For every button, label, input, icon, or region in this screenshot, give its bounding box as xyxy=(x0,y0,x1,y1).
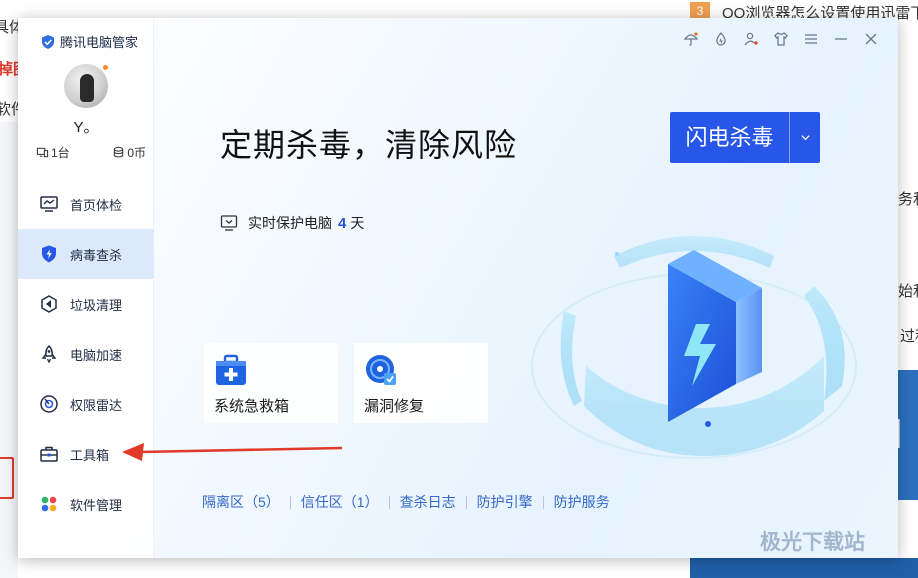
watermark-logo: 极光下载站 xyxy=(760,531,865,554)
pc-manager-shield-icon xyxy=(42,34,54,49)
protection-engine-link[interactable]: 防护引擎 xyxy=(477,492,533,512)
window-controls xyxy=(682,30,880,48)
pc-manager-window: 腾讯电脑管家 Y。 1台 0币 首页体检 病毒查杀 垃圾清理 电脑加速 权限雷达… xyxy=(18,18,898,558)
sidebar-item-label: 电脑加速 xyxy=(70,347,123,363)
radar-icon xyxy=(38,393,60,415)
shield-ring-illustration xyxy=(531,236,857,459)
minimize-icon[interactable] xyxy=(832,30,850,48)
red-annotation-arrow xyxy=(122,443,343,461)
virus-shield-icon xyxy=(38,243,60,265)
bg-footer-banner xyxy=(690,558,918,578)
quarantine-link[interactable]: 隔离区（5） xyxy=(202,492,280,512)
quick-scan-label: 闪电杀毒 xyxy=(685,125,774,150)
sidebar-item-label: 病毒查杀 xyxy=(70,247,123,263)
sidebar-item-label: 权限雷达 xyxy=(70,397,123,413)
sidebar-item-label: 首页体检 xyxy=(70,197,123,213)
first-aid-kit-icon xyxy=(216,354,246,385)
trust-zone-link[interactable]: 信任区（1） xyxy=(301,492,379,512)
broom-icon xyxy=(38,293,60,315)
toolbox-icon xyxy=(38,443,60,465)
sidebar-item-label: 垃圾清理 xyxy=(70,297,123,313)
sidebar-item-virus-scan[interactable]: 病毒查杀 xyxy=(18,229,154,279)
protection-text: 实时保护电脑 xyxy=(248,215,332,231)
bg-text-fragment: 务和 xyxy=(898,191,918,208)
protection-service-link[interactable]: 防护服务 xyxy=(554,492,610,512)
protection-days: 4 xyxy=(338,215,347,232)
monitor-check-icon xyxy=(38,193,60,215)
bg-text-fragment: 过程 xyxy=(900,328,918,345)
coin-count-value: 0币 xyxy=(127,146,146,160)
shirt-skin-icon[interactable] xyxy=(772,30,790,48)
link-divider xyxy=(542,495,544,509)
avatar-figure xyxy=(80,74,94,102)
vulnerability-fix-icon xyxy=(366,355,396,385)
menu-icon[interactable] xyxy=(802,30,820,48)
quick-scan-button[interactable]: 闪电杀毒 xyxy=(670,112,820,163)
sidebar-item-permission-radar[interactable]: 权限雷达 xyxy=(18,379,154,429)
chevron-down-icon xyxy=(800,135,810,141)
bg-highlight-box xyxy=(0,457,14,499)
device-count[interactable]: 1台 xyxy=(36,144,70,161)
background-column xyxy=(0,122,18,578)
device-icon xyxy=(36,147,49,158)
sidebar: 腾讯电脑管家 Y。 1台 0币 首页体检 病毒查杀 垃圾清理 电脑加速 权限雷达… xyxy=(18,18,154,558)
close-icon[interactable] xyxy=(862,30,880,48)
username[interactable]: Y。 xyxy=(18,116,154,137)
sidebar-item-junk-clean[interactable]: 垃圾清理 xyxy=(18,279,154,329)
sidebar-item-home-check[interactable]: 首页体检 xyxy=(18,179,154,229)
apps-icon xyxy=(38,493,60,515)
footer-links: 隔离区（5） 信任区（1） 查杀日志 防护引擎 防护服务 xyxy=(202,492,610,512)
coin-stack-icon xyxy=(114,146,124,158)
sidebar-item-speed-up[interactable]: 电脑加速 xyxy=(18,329,154,379)
app-name: 腾讯电脑管家 xyxy=(60,35,139,50)
tool-cards: 系统急救箱 漏洞修复 xyxy=(204,343,488,423)
scan-log-link[interactable]: 查杀日志 xyxy=(400,492,456,512)
vulnerability-fix-card[interactable]: 漏洞修复 xyxy=(354,343,488,423)
user-alert-icon[interactable] xyxy=(742,30,760,48)
device-count-value: 1台 xyxy=(51,146,70,160)
sidebar-item-label: 工具箱 xyxy=(70,447,110,463)
tool-label: 漏洞修复 xyxy=(364,398,425,415)
bg-text-fragment: 始和 xyxy=(898,283,918,300)
notification-dot xyxy=(102,64,109,71)
monitor-shield-icon xyxy=(220,215,238,231)
link-divider xyxy=(388,495,390,509)
rocket-icon xyxy=(38,343,60,365)
coin-count[interactable]: 0币 xyxy=(112,144,146,161)
link-divider xyxy=(465,495,467,509)
water-drop-icon[interactable] xyxy=(712,30,730,48)
page-title: 定期杀毒，清除风险 xyxy=(220,127,518,163)
user-stats: 1台 0币 xyxy=(36,144,146,161)
brand: 腾讯电脑管家 xyxy=(40,32,138,51)
sidebar-nav: 首页体检 病毒查杀 垃圾清理 电脑加速 权限雷达 工具箱 软件管理 xyxy=(18,179,154,529)
sidebar-item-software-manager[interactable]: 软件管理 xyxy=(18,479,154,529)
avatar[interactable] xyxy=(64,64,108,108)
protection-status: 实时保护电脑 4 天 xyxy=(220,213,364,233)
system-rescue-kit-card[interactable]: 系统急救箱 xyxy=(204,343,338,423)
tool-label: 系统急救箱 xyxy=(214,398,290,415)
link-divider xyxy=(289,495,291,509)
umbrella-icon[interactable] xyxy=(682,30,700,48)
sidebar-item-label: 软件管理 xyxy=(70,497,123,513)
protection-unit: 天 xyxy=(350,215,365,231)
scan-options-dropdown[interactable] xyxy=(790,112,820,163)
